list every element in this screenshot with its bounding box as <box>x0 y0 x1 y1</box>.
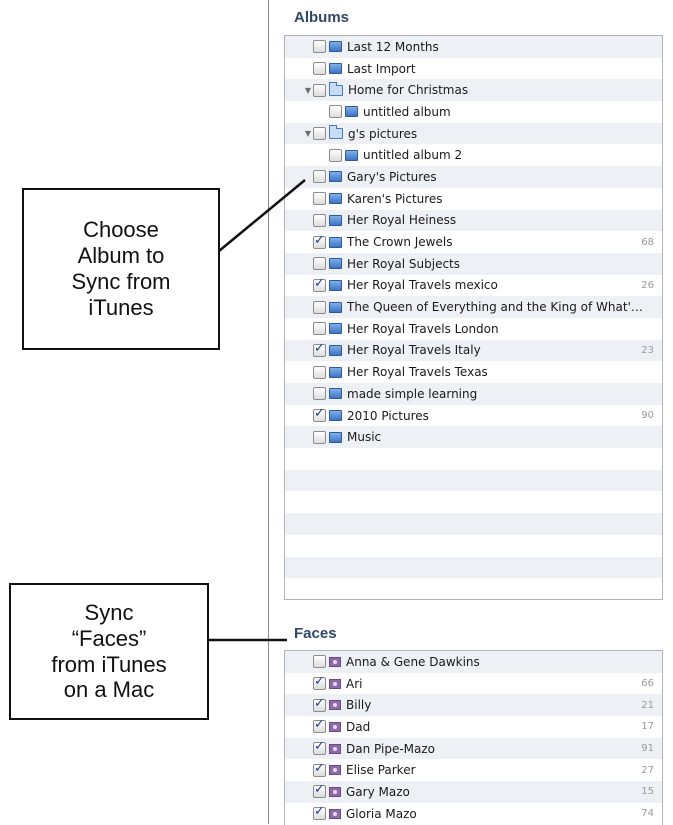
callout-line: Choose <box>83 217 159 243</box>
callout-line: Sync from <box>71 269 171 294</box>
callout-line: iTunes <box>88 294 154 320</box>
callout-line: from iTunes <box>51 651 167 677</box>
faces-sync-callout: Sync “Faces” from iTunes on a Mac <box>9 583 209 720</box>
callout-line: on a Mac <box>63 677 155 703</box>
callout-line: “Faces” <box>71 625 147 651</box>
callout-line: Sync <box>84 599 134 625</box>
album-sync-callout: Choose Album to Sync from iTunes <box>22 188 220 350</box>
callout-line: Album to <box>77 243 165 269</box>
